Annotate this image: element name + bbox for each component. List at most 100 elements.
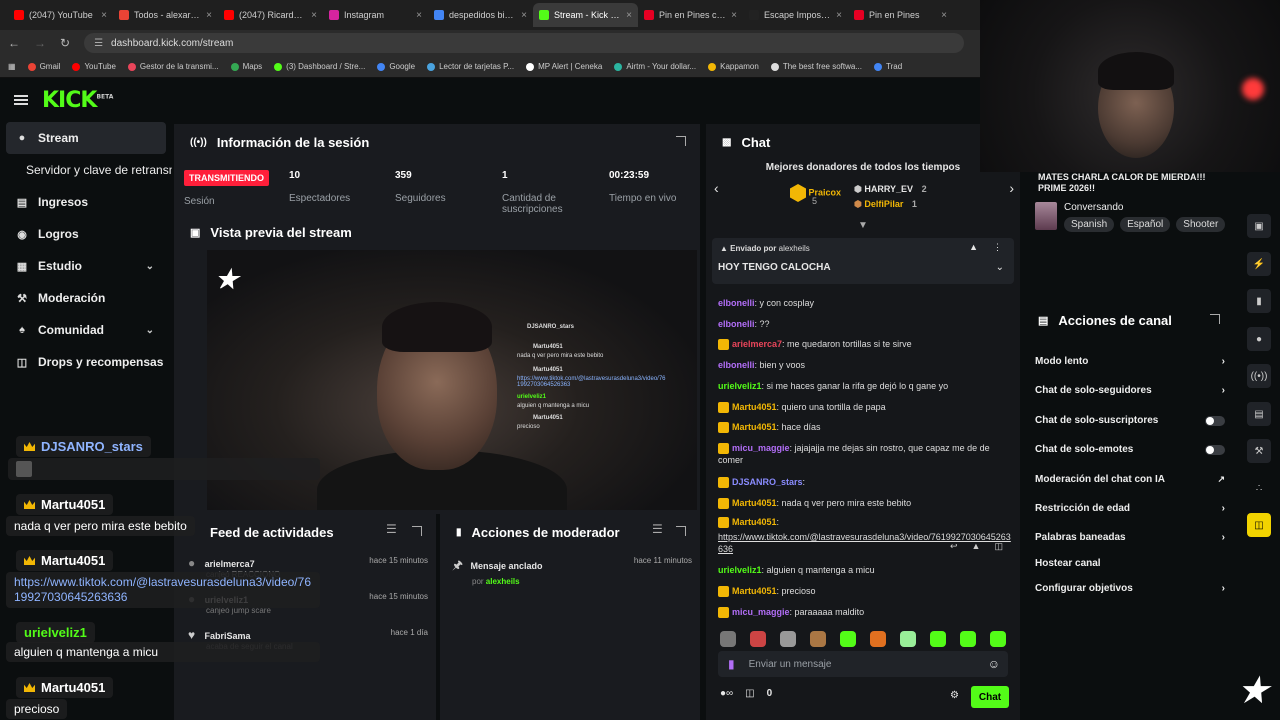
tab-close-icon[interactable]: × [731,10,737,21]
chevron-left-icon[interactable]: ‹ [714,180,719,196]
chat-message[interactable]: Martu4051: quiero una tortilla de papa [718,401,1014,414]
bookmark[interactable]: YouTube [72,62,116,71]
pinned-message[interactable]: ▲ Enviado por alexheils ▲ ⋮ HOY TENGO CA… [712,238,1014,284]
chat-username[interactable]: Martu4051 [732,517,777,527]
tab-close-icon[interactable]: × [101,10,107,21]
browser-tab[interactable]: Pin en Pines crea × [638,3,743,27]
filter-icon[interactable]: ☰ [652,522,663,536]
chat-username[interactable]: elbonelli [718,319,755,329]
unpin-icon[interactable]: ▲ [969,242,978,252]
chat-message[interactable]: elbonelli: y con cosplay [718,297,1014,309]
emote-icon[interactable] [930,631,946,647]
subs-only-toggle[interactable] [1205,415,1225,426]
bookmark[interactable]: Google [377,62,415,71]
apps-icon[interactable]: ▦ [8,62,16,71]
tab-close-icon[interactable]: × [206,10,212,21]
emote-icon[interactable] [750,631,766,647]
emote-icon[interactable] [810,631,826,647]
menu-icon[interactable] [14,95,28,105]
bookmark[interactable]: MP Alert | Ceneka [526,62,602,71]
bookmark[interactable]: Gmail [27,62,60,71]
sidebar-item-drops[interactable]: ◫ Drops y recompensas [0,346,172,378]
chat-message[interactable]: elbonelli: ?? [718,318,1014,330]
chat-username[interactable]: micu_maggie [732,443,790,453]
bookmark[interactable]: Lector de tarjetas P... [427,62,514,71]
chat-message[interactable]: micu_maggie: paraaaaa maldito [718,606,1014,619]
site-info-icon[interactable]: ☰ [94,38,103,49]
action-configure-goals[interactable]: Configurar objetivos › [1035,583,1225,594]
sidebar-item-comunidad[interactable]: ♠ Comunidad ⌄ [0,314,172,346]
trash-icon[interactable]: ◫ [994,541,1003,552]
sidebar-item-logros[interactable]: ◉ Logros [0,218,172,250]
settings-icon[interactable]: ⚙ [950,690,959,701]
chat-message[interactable]: urielveliz1: si me haces ganar la rifa g… [718,380,1014,392]
action-followers-only[interactable]: Chat de solo-seguidores › [1035,385,1225,396]
overlay-msg-link[interactable]: https://www.tiktok.com/@lastravesurasdel… [14,575,311,604]
chat-username[interactable]: DJSANRO_stars [732,477,803,487]
rail-fullscreen-icon[interactable]: ▣ [1247,214,1271,238]
forward-icon[interactable]: → [34,36,46,50]
emotes-only-toggle[interactable] [1205,444,1225,455]
tag[interactable]: Español [1120,217,1171,232]
expand-icon[interactable] [676,526,686,536]
chat-message[interactable]: Martu4051: hace días [718,421,1014,434]
bookmark[interactable]: Trad [873,62,902,71]
rail-broadcast-icon[interactable]: ((•)) [1247,364,1271,388]
chat-username[interactable]: urielveliz1 [718,565,762,575]
chat-message[interactable]: micu_maggie: jajajajja me dejas sin rost… [718,442,1014,466]
action-host-channel[interactable]: Hostear canal [1035,558,1225,569]
chat-username[interactable]: micu_maggie [732,607,790,617]
bookmark[interactable]: The best free softwa... [770,62,862,71]
mic-icon[interactable]: ▮ [728,657,735,671]
mod-by-user[interactable]: alexheils [486,577,520,586]
bookmark[interactable]: Kappamon [708,62,759,71]
browser-tab[interactable]: Stream - Kick Das × [533,3,638,27]
browser-tab[interactable]: despedidos bichc × [428,3,533,27]
chat-username[interactable]: arielmerca7 [732,339,782,349]
gift-icon[interactable]: ◫ [745,688,754,699]
chat-send-button[interactable]: Chat [971,686,1009,708]
browser-tab[interactable]: Todos - alexariell × [113,3,218,27]
reload-icon[interactable]: ↻ [60,36,70,50]
action-emotes-only[interactable]: Chat de solo-emotes [1035,444,1225,455]
browser-tab[interactable]: Escape Imposible × [743,3,848,27]
filter-icon[interactable]: ☰ [386,522,397,536]
rail-tools-icon[interactable]: ⚒ [1247,439,1271,463]
bookmark[interactable]: Gestor de la transmi... [127,62,219,71]
scroll-down-icon[interactable]: ▼ [858,220,868,231]
chat-username[interactable]: Martu4051 [732,402,777,412]
sidebar-item-estudio[interactable]: ▦ Estudio ⌄ [0,250,172,282]
reply-icon[interactable]: ↩ [950,541,958,552]
chat-username[interactable]: elbonelli [718,298,755,308]
rail-gift-icon[interactable]: ◫ [1247,513,1271,537]
browser-tab[interactable]: (2047) Ricardo Ar × [218,3,323,27]
browser-tab[interactable]: (2047) YouTube × [8,3,113,27]
sidebar-item-server-key[interactable]: Servidor y clave de retransm [0,154,172,186]
chat-username[interactable]: Martu4051 [732,422,777,432]
chat-username[interactable]: urielveliz1 [718,381,762,391]
browser-tab[interactable]: Pin en Pines × [848,3,953,27]
emote-icon[interactable] [780,631,796,647]
stream-category[interactable]: Conversando [1064,202,1123,213]
chat-username[interactable]: Martu4051 [732,586,777,596]
action-subscribers-only[interactable]: Chat de solo-suscriptores [1035,415,1225,426]
chat-message[interactable]: Martu4051: [718,516,1014,529]
emoji-icon[interactable]: ☺ [988,657,1000,671]
pin-icon[interactable]: ▲ [972,541,981,552]
bookmark[interactable]: Airtm - Your dollar... [614,62,696,71]
chat-input[interactable]: ▮ Enviar un mensaje ☺ [718,651,1008,677]
action-age-restriction[interactable]: Restricción de edad › [1035,503,1225,514]
action-slow-mode[interactable]: Modo lento › [1035,356,1225,367]
tab-close-icon[interactable]: × [416,10,422,21]
rail-chat-icon[interactable]: ● [1247,327,1271,351]
tab-close-icon[interactable]: × [521,10,527,21]
chat-username[interactable]: elbonelli [718,360,755,370]
kick-logo[interactable]: KICKBETA [42,88,113,113]
emote-icon[interactable] [960,631,976,647]
bookmark[interactable]: (3) Dashboard / Stre... [274,62,365,71]
emote-icon[interactable] [840,631,856,647]
action-ai-moderation[interactable]: Moderación del chat con IA ↗ [1035,474,1225,485]
tag[interactable]: Spanish [1064,217,1115,232]
chevron-right-icon[interactable]: › [1009,180,1014,196]
expand-icon[interactable] [1210,314,1220,324]
